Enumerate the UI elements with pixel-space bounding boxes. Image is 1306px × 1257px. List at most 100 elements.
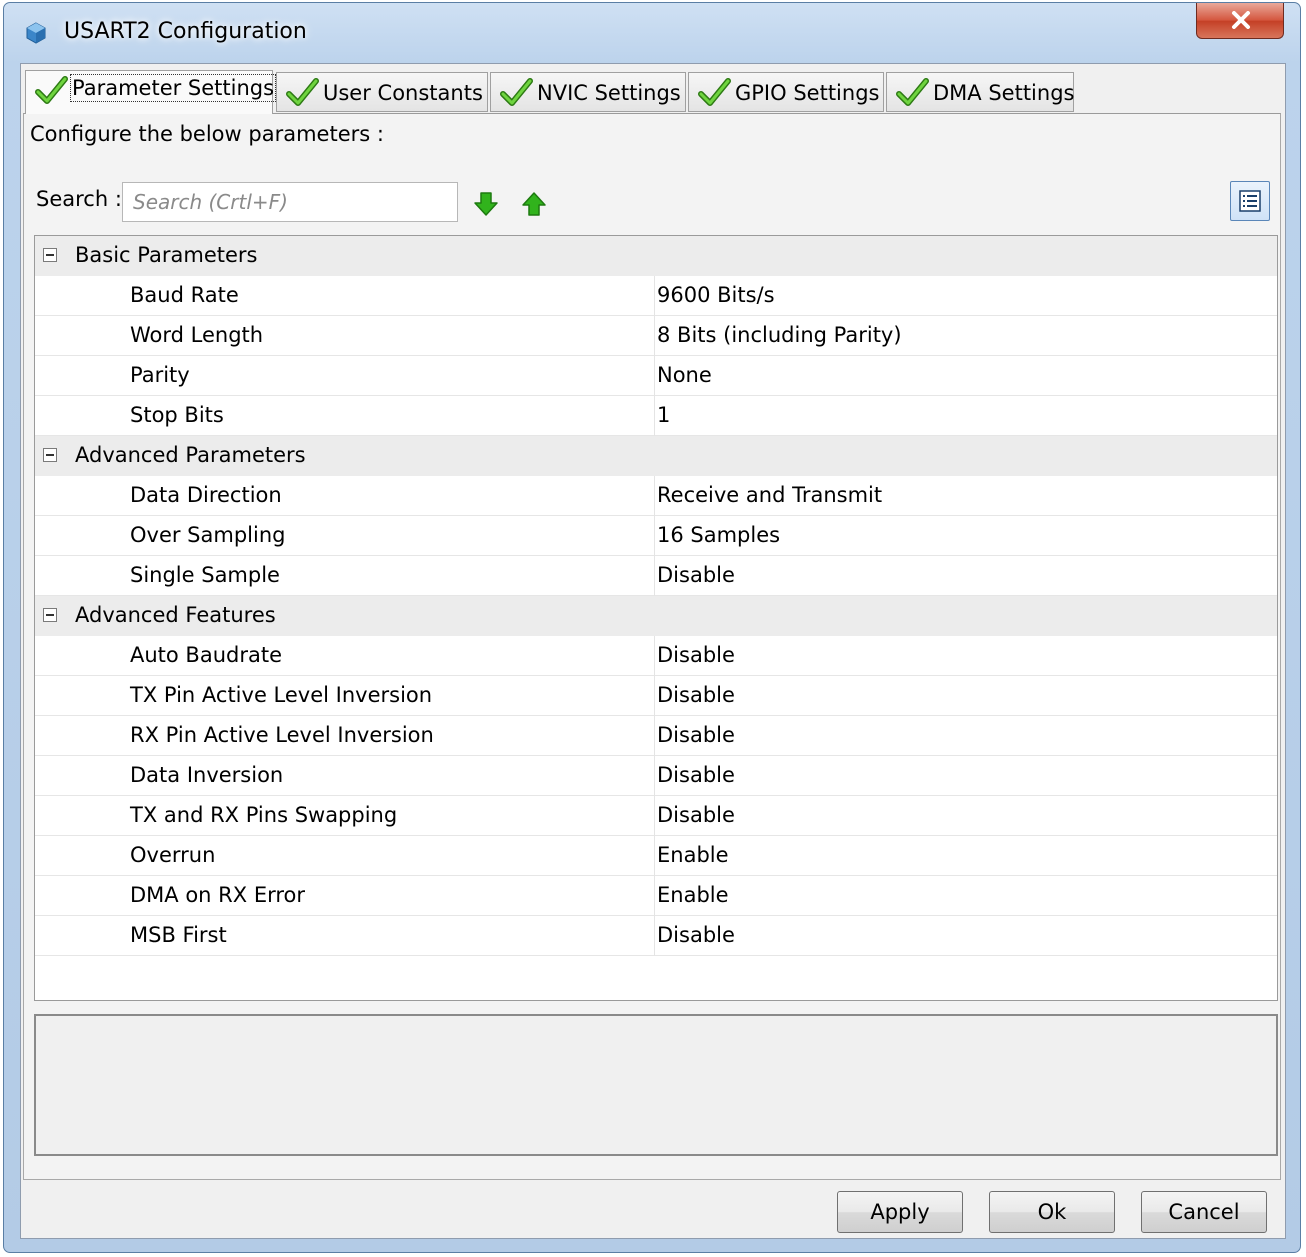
column-separator	[654, 316, 655, 356]
apply-button[interactable]: Apply	[837, 1191, 963, 1233]
param-row-single-sample[interactable]: Single Sample Disable	[35, 556, 1277, 596]
close-icon	[1232, 11, 1250, 29]
check-icon	[500, 78, 533, 106]
param-name: DMA on RX Error	[130, 883, 306, 907]
column-separator	[654, 556, 655, 596]
tab-label: User Constants	[323, 81, 483, 105]
param-value[interactable]: Disable	[657, 563, 735, 587]
column-separator	[654, 756, 655, 796]
param-name: Baud Rate	[130, 283, 239, 307]
column-separator	[654, 516, 655, 556]
param-name: Single Sample	[130, 563, 280, 587]
param-row-over-sampling[interactable]: Over Sampling 16 Samples	[35, 516, 1277, 556]
dialog-window: USART2 Configuration Parameter Settings	[3, 2, 1301, 1253]
search-label: Search :	[36, 187, 122, 211]
window-title: USART2 Configuration	[64, 19, 307, 44]
column-separator	[654, 836, 655, 876]
column-separator	[654, 636, 655, 676]
check-icon	[896, 78, 929, 106]
check-icon	[698, 78, 731, 106]
param-row-overrun[interactable]: Overrun Enable	[35, 836, 1277, 876]
param-value[interactable]: Disable	[657, 723, 735, 747]
group-title: Advanced Parameters	[75, 443, 306, 467]
param-value[interactable]: Disable	[657, 923, 735, 947]
view-toggle-button[interactable]	[1230, 181, 1270, 221]
column-separator	[654, 716, 655, 756]
column-separator	[654, 356, 655, 396]
param-row-dma-on-rx-error[interactable]: DMA on RX Error Enable	[35, 876, 1277, 916]
param-name: Word Length	[130, 323, 264, 347]
tab-label: Parameter Settings	[69, 74, 277, 102]
param-row-tx-pin-inversion[interactable]: TX Pin Active Level Inversion Disable	[35, 676, 1277, 716]
param-value[interactable]: None	[657, 363, 712, 387]
tab-gpio-settings[interactable]: GPIO Settings	[688, 72, 884, 112]
param-value[interactable]: 8 Bits (including Parity)	[657, 323, 902, 347]
param-name: TX Pin Active Level Inversion	[130, 683, 433, 707]
group-basic-parameters[interactable]: Basic Parameters	[35, 236, 1277, 276]
tab-dma-settings[interactable]: DMA Settings	[886, 72, 1074, 112]
param-row-baud-rate[interactable]: Baud Rate 9600 Bits/s	[35, 276, 1277, 316]
param-value[interactable]: Enable	[657, 883, 729, 907]
ok-button[interactable]: Ok	[989, 1191, 1115, 1233]
param-row-word-length[interactable]: Word Length 8 Bits (including Parity)	[35, 316, 1277, 356]
title-bar[interactable]: USART2 Configuration	[4, 3, 1300, 63]
search-input[interactable]	[122, 182, 458, 222]
param-row-stop-bits[interactable]: Stop Bits 1	[35, 396, 1277, 436]
param-value[interactable]: 9600 Bits/s	[657, 283, 775, 307]
param-value[interactable]: Disable	[657, 763, 735, 787]
arrow-up-icon[interactable]	[520, 191, 548, 217]
param-name: Overrun	[130, 843, 216, 867]
group-title: Basic Parameters	[75, 243, 258, 267]
arrow-down-icon[interactable]	[472, 191, 500, 217]
column-separator	[654, 796, 655, 836]
collapse-icon[interactable]	[43, 248, 57, 262]
param-value[interactable]: Disable	[657, 803, 735, 827]
param-value[interactable]: Disable	[657, 643, 735, 667]
close-button[interactable]	[1196, 3, 1284, 39]
collapse-icon[interactable]	[43, 448, 57, 462]
check-icon	[35, 76, 68, 104]
param-name: TX and RX Pins Swapping	[130, 803, 398, 827]
column-separator	[654, 276, 655, 316]
param-name: MSB First	[130, 923, 227, 947]
param-name: RX Pin Active Level Inversion	[130, 723, 434, 747]
parameter-settings-panel: Configure the below parameters : Search …	[23, 113, 1281, 1180]
parameter-table: Basic Parameters Baud Rate 9600 Bits/s W…	[34, 235, 1278, 1001]
param-value[interactable]: 1	[657, 403, 670, 427]
description-area	[34, 1014, 1278, 1156]
group-advanced-features[interactable]: Advanced Features	[35, 596, 1277, 636]
param-name: Parity	[130, 363, 190, 387]
tab-label: NVIC Settings	[537, 81, 681, 105]
group-title: Advanced Features	[75, 603, 276, 627]
param-row-data-inversion[interactable]: Data Inversion Disable	[35, 756, 1277, 796]
param-value[interactable]: Enable	[657, 843, 729, 867]
column-separator	[654, 916, 655, 956]
tab-nvic-settings[interactable]: NVIC Settings	[490, 72, 686, 112]
column-separator	[654, 876, 655, 916]
check-icon	[286, 78, 319, 106]
param-name: Auto Baudrate	[130, 643, 283, 667]
tab-parameter-settings[interactable]: Parameter Settings	[25, 70, 277, 114]
param-value[interactable]: Receive and Transmit	[657, 483, 882, 507]
column-separator	[654, 396, 655, 436]
param-row-pins-swapping[interactable]: TX and RX Pins Swapping Disable	[35, 796, 1277, 836]
tab-user-constants[interactable]: User Constants	[276, 72, 488, 112]
cancel-button[interactable]: Cancel	[1141, 1191, 1267, 1233]
param-name: Stop Bits	[130, 403, 224, 427]
param-row-rx-pin-inversion[interactable]: RX Pin Active Level Inversion Disable	[35, 716, 1277, 756]
column-separator	[654, 476, 655, 516]
param-row-data-direction[interactable]: Data Direction Receive and Transmit	[35, 476, 1277, 516]
param-name: Data Direction	[130, 483, 282, 507]
column-separator	[654, 676, 655, 716]
param-row-parity[interactable]: Parity None	[35, 356, 1277, 396]
cube-app-icon	[26, 22, 46, 44]
collapse-icon[interactable]	[43, 608, 57, 622]
param-name: Data Inversion	[130, 763, 284, 787]
param-value[interactable]: Disable	[657, 683, 735, 707]
tab-label: DMA Settings	[933, 81, 1075, 105]
param-row-auto-baudrate[interactable]: Auto Baudrate Disable	[35, 636, 1277, 676]
param-name: Over Sampling	[130, 523, 286, 547]
param-row-msb-first[interactable]: MSB First Disable	[35, 916, 1277, 956]
param-value[interactable]: 16 Samples	[657, 523, 780, 547]
group-advanced-parameters[interactable]: Advanced Parameters	[35, 436, 1277, 476]
